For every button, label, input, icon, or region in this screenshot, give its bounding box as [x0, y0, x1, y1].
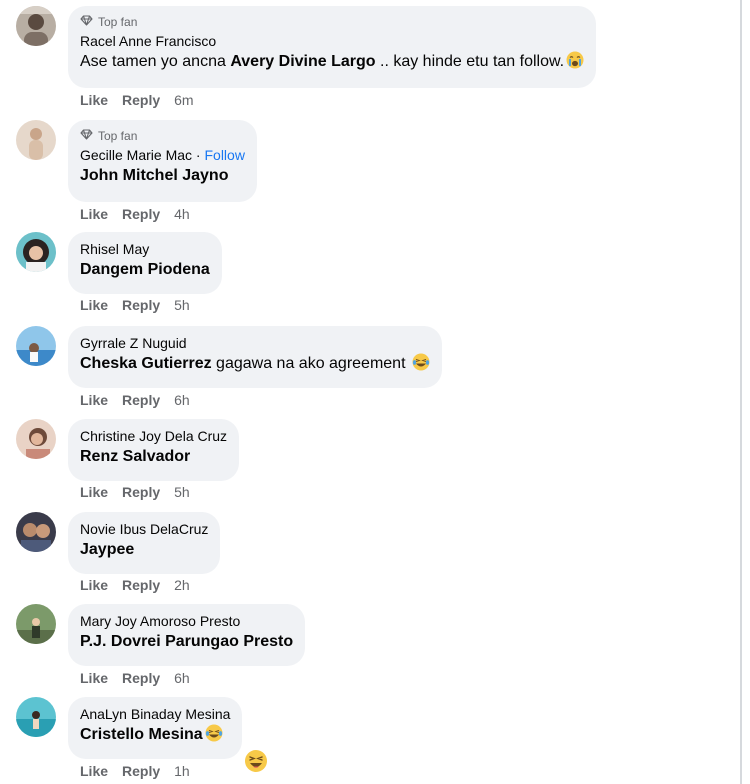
avatar[interactable]: [16, 6, 56, 46]
comment-text: Renz Salvador: [80, 446, 227, 468]
comment-actions: Like Reply 4h: [80, 206, 190, 222]
comment-body: gagawa na ako agreement: [211, 355, 410, 372]
like-button[interactable]: Like: [80, 577, 108, 593]
avatar[interactable]: [16, 232, 56, 272]
like-button[interactable]: Like: [80, 206, 108, 222]
laughing-tears-emoji-icon: [205, 724, 223, 742]
comment-timestamp[interactable]: 6h: [174, 392, 190, 408]
avatar[interactable]: [16, 512, 56, 552]
comment-text: Jaypee: [80, 539, 208, 561]
tagged-user[interactable]: Cristello Mesina: [80, 726, 203, 743]
comment-author[interactable]: AnaLyn Binaday Mesina: [80, 705, 230, 723]
comment-author[interactable]: Christine Joy Dela Cruz: [80, 427, 227, 445]
comment-author[interactable]: Gyrrale Z Nuguid: [80, 334, 430, 352]
badge-label: Top fan: [98, 129, 138, 143]
like-button[interactable]: Like: [80, 763, 108, 779]
comment-actions: Like Reply 6m: [80, 92, 194, 108]
reply-button[interactable]: Reply: [122, 763, 160, 779]
tagged-user[interactable]: Avery Divine Largo: [230, 53, 375, 70]
comment-bubble: Top fan Gecille Marie Mac · Follow John …: [68, 120, 257, 202]
diamond-icon: [80, 129, 93, 143]
comment-bubble: Rhisel May Dangem Piodena: [68, 232, 222, 294]
comment-author-line: Gecille Marie Mac · Follow: [80, 146, 245, 164]
comment-timestamp[interactable]: 5h: [174, 297, 190, 313]
comment-author[interactable]: Novie Ibus DelaCruz: [80, 520, 208, 538]
comment-actions: Like Reply 6h: [80, 670, 190, 686]
like-button[interactable]: Like: [80, 484, 108, 500]
comment-timestamp[interactable]: 6m: [174, 92, 193, 108]
reply-button[interactable]: Reply: [122, 670, 160, 686]
like-button[interactable]: Like: [80, 297, 108, 313]
reply-button[interactable]: Reply: [122, 92, 160, 108]
comment-actions: Like Reply 5h: [80, 484, 190, 500]
badge-label: Top fan: [98, 15, 138, 29]
reply-button[interactable]: Reply: [122, 297, 160, 313]
top-fan-badge: Top fan: [80, 14, 584, 30]
scrollbar-track[interactable]: [740, 0, 742, 784]
comment-actions: Like Reply 2h: [80, 577, 190, 593]
tagged-user[interactable]: Dangem Piodena: [80, 261, 210, 278]
avatar[interactable]: [16, 120, 56, 160]
comment-bubble: Christine Joy Dela Cruz Renz Salvador: [68, 419, 240, 481]
separator-dot: ·: [192, 147, 205, 163]
like-button[interactable]: Like: [80, 392, 108, 408]
comment-author[interactable]: Gecille Marie Mac: [80, 147, 192, 163]
comment-body: Ase tamen yo ancna: [80, 53, 231, 70]
reply-button[interactable]: Reply: [122, 577, 160, 593]
tagged-user[interactable]: Cheska Gutierrez: [80, 355, 212, 372]
avatar[interactable]: [16, 326, 56, 366]
laughing-tears-emoji-icon: [412, 353, 430, 371]
comment-bubble: Novie Ibus DelaCruz Jaypee: [68, 512, 221, 574]
top-fan-badge: Top fan: [80, 128, 245, 144]
comment-bubble: Gyrrale Z Nuguid Cheska Gutierrez gagawa…: [68, 326, 442, 388]
follow-button[interactable]: Follow: [204, 147, 244, 163]
like-button[interactable]: Like: [80, 92, 108, 108]
comment-bubble: AnaLyn Binaday Mesina Cristello Mesina: [68, 697, 243, 759]
reply-button[interactable]: Reply: [122, 206, 160, 222]
comment-body: .. kay hinde etu tan follow.: [375, 53, 565, 70]
comment-actions: Like Reply 5h: [80, 297, 190, 313]
comment-text: John Mitchel Jayno: [80, 165, 245, 187]
comment-text: P.J. Dovrei Parungao Presto: [80, 631, 293, 653]
comment-bubble: Top fan Racel Anne Francisco Ase tamen y…: [68, 6, 597, 88]
comment-text: Cheska Gutierrez gagawa na ako agreement: [80, 353, 430, 375]
avatar[interactable]: [16, 604, 56, 644]
comment-timestamp[interactable]: 6h: [174, 670, 190, 686]
comment-timestamp[interactable]: 4h: [174, 206, 190, 222]
haha-reaction-icon[interactable]: [243, 748, 269, 774]
comment-bubble: Mary Joy Amoroso Presto P.J. Dovrei Paru…: [68, 604, 306, 666]
comment-text: Cristello Mesina: [80, 724, 230, 746]
diamond-icon: [80, 15, 93, 29]
tagged-user[interactable]: John Mitchel Jayno: [80, 167, 228, 184]
tagged-user[interactable]: Jaypee: [80, 541, 134, 558]
comment-text: Ase tamen yo ancna Avery Divine Largo ..…: [80, 51, 584, 73]
comment-actions: Like Reply 1h: [80, 763, 190, 779]
comment-actions: Like Reply 6h: [80, 392, 190, 408]
comment-text: Dangem Piodena: [80, 259, 210, 281]
reply-button[interactable]: Reply: [122, 484, 160, 500]
crying-face-emoji-icon: [566, 51, 584, 69]
comment-author[interactable]: Rhisel May: [80, 240, 210, 258]
like-button[interactable]: Like: [80, 670, 108, 686]
tagged-user[interactable]: P.J. Dovrei Parungao Presto: [80, 633, 293, 650]
reply-button[interactable]: Reply: [122, 392, 160, 408]
avatar[interactable]: [16, 697, 56, 737]
avatar[interactable]: [16, 419, 56, 459]
comment-author[interactable]: Mary Joy Amoroso Presto: [80, 612, 293, 630]
tagged-user[interactable]: Renz Salvador: [80, 448, 190, 465]
comment-author[interactable]: Racel Anne Francisco: [80, 32, 584, 50]
comment-timestamp[interactable]: 5h: [174, 484, 190, 500]
comment-timestamp[interactable]: 1h: [174, 763, 190, 779]
comment-timestamp[interactable]: 2h: [174, 577, 190, 593]
